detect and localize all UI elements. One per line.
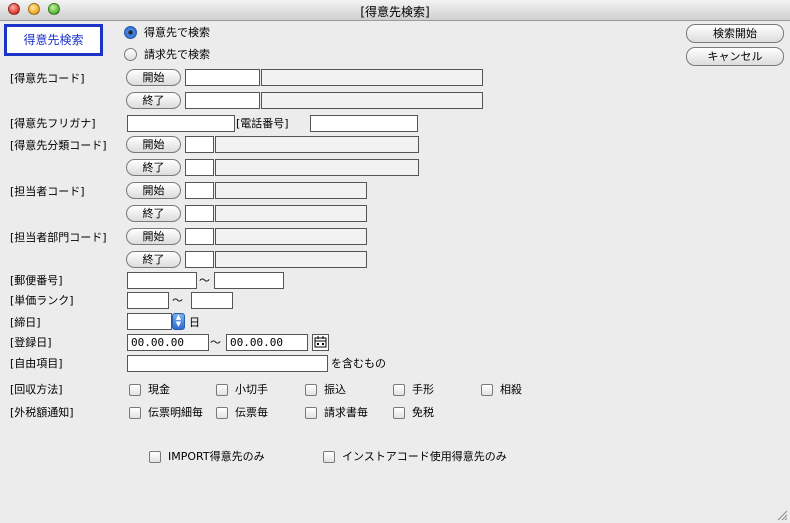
customer-code-start-name — [261, 69, 483, 86]
resize-grip-icon[interactable] — [776, 509, 788, 521]
checkbox-label-bill: 手形 — [412, 383, 434, 396]
staff-dept-code-label: [担当者部門コード] — [10, 231, 107, 244]
checkbox-tax-exempt[interactable] — [393, 407, 405, 419]
price-rank-from-input[interactable] — [127, 292, 169, 309]
category-code-end-button[interactable]: 終了 — [126, 159, 181, 176]
category-code-start-name — [215, 136, 419, 153]
registration-date-tilde: 〜 — [210, 336, 221, 349]
registration-date-to-input[interactable]: 00.00.00 — [226, 334, 308, 351]
checkbox-label-check: 小切手 — [235, 383, 268, 396]
checkbox-label-offset: 相殺 — [500, 383, 522, 396]
category-code-start-input[interactable] — [185, 136, 214, 153]
calendar-icon[interactable] — [312, 334, 329, 351]
registration-date-from-input[interactable]: 00.00.00 — [127, 334, 209, 351]
staff-dept-code-start-button[interactable]: 開始 — [126, 228, 181, 245]
title-bar: [得意先検索] — [0, 0, 790, 21]
phone-input[interactable] — [310, 115, 418, 132]
checkbox-offset[interactable] — [481, 384, 493, 396]
free-item-input[interactable] — [127, 355, 328, 372]
checkbox-instore-only[interactable] — [323, 451, 335, 463]
checkbox-label-per-invoice: 請求書毎 — [324, 406, 368, 419]
closing-day-input[interactable] — [127, 313, 172, 330]
checkbox-per-slip[interactable] — [216, 407, 228, 419]
postal-code-tilde: 〜 — [199, 274, 210, 287]
checkbox-cash[interactable] — [129, 384, 141, 396]
staff-dept-code-start-input[interactable] — [185, 228, 214, 245]
registration-date-label: [登録日] — [10, 336, 52, 349]
category-code-label: [得意先分類コード] — [10, 139, 107, 152]
tax-notice-label: [外税額通知] — [10, 406, 74, 419]
phone-label: [電話番号] — [236, 117, 289, 130]
radio-search-by-customer[interactable] — [124, 26, 137, 39]
price-rank-tilde: 〜 — [172, 294, 183, 307]
cancel-button[interactable]: キャンセル — [686, 47, 784, 66]
closing-day-unit: 日 — [189, 316, 200, 329]
customer-code-end-button[interactable]: 終了 — [126, 92, 181, 109]
closing-day-stepper-icon[interactable]: ▲ ▼ — [172, 313, 185, 330]
checkbox-per-slip-line[interactable] — [129, 407, 141, 419]
checkbox-check[interactable] — [216, 384, 228, 396]
postal-code-label: [郵便番号] — [10, 274, 63, 287]
customer-code-label: [得意先コード] — [10, 72, 85, 85]
category-code-start-button[interactable]: 開始 — [126, 136, 181, 153]
staff-dept-code-start-name — [215, 228, 367, 245]
staff-dept-code-end-name — [215, 251, 367, 268]
postal-code-from-input[interactable] — [127, 272, 197, 289]
checkbox-label-transfer: 振込 — [324, 383, 346, 396]
staff-dept-code-end-button[interactable]: 終了 — [126, 251, 181, 268]
tab-customer-search[interactable]: 得意先検索 — [4, 24, 103, 56]
closing-day-label: [締日] — [10, 316, 41, 329]
checkbox-bill[interactable] — [393, 384, 405, 396]
free-item-contains: を含むもの — [331, 357, 386, 370]
checkbox-label-cash: 現金 — [148, 383, 170, 396]
customer-code-start-button[interactable]: 開始 — [126, 69, 181, 86]
customer-code-end-name — [261, 92, 483, 109]
checkbox-import-only[interactable] — [149, 451, 161, 463]
radio-label-billing: 請求先で検索 — [144, 48, 210, 61]
furigana-label: [得意先フリガナ] — [10, 117, 96, 130]
radio-search-by-billing[interactable] — [124, 48, 137, 61]
customer-code-start-input[interactable] — [185, 69, 260, 86]
postal-code-to-input[interactable] — [214, 272, 284, 289]
category-code-end-input[interactable] — [185, 159, 214, 176]
staff-dept-code-end-input[interactable] — [185, 251, 214, 268]
checkbox-transfer[interactable] — [305, 384, 317, 396]
staff-code-start-name — [215, 182, 367, 199]
radio-label-customer: 得意先で検索 — [144, 26, 210, 39]
collection-method-label: [回収方法] — [10, 383, 63, 396]
price-rank-label: [単価ランク] — [10, 294, 74, 307]
category-code-end-name — [215, 159, 419, 176]
main-panel: 得意先検索 得意先で検索 請求先で検索 検索開始 キャンセル [得意先コード] … — [0, 21, 790, 523]
staff-code-end-button[interactable]: 終了 — [126, 205, 181, 222]
staff-code-label: [担当者コード] — [10, 185, 85, 198]
customer-code-end-input[interactable] — [185, 92, 260, 109]
staff-code-start-input[interactable] — [185, 182, 214, 199]
checkbox-label-per-slip: 伝票毎 — [235, 406, 268, 419]
window-title: [得意先検索] — [360, 5, 430, 19]
checkbox-label-instore-only: インストアコード使用得意先のみ — [342, 450, 507, 463]
staff-code-start-button[interactable]: 開始 — [126, 182, 181, 199]
price-rank-to-input[interactable] — [191, 292, 233, 309]
checkbox-per-invoice[interactable] — [305, 407, 317, 419]
staff-code-end-name — [215, 205, 367, 222]
search-start-button[interactable]: 検索開始 — [686, 24, 784, 43]
staff-code-end-input[interactable] — [185, 205, 214, 222]
checkbox-label-tax-exempt: 免税 — [412, 406, 434, 419]
checkbox-label-import-only: IMPORT得意先のみ — [168, 450, 265, 463]
free-item-label: [自由項目] — [10, 357, 63, 370]
checkbox-label-per-slip-line: 伝票明細毎 — [148, 406, 203, 419]
furigana-input[interactable] — [127, 115, 235, 132]
